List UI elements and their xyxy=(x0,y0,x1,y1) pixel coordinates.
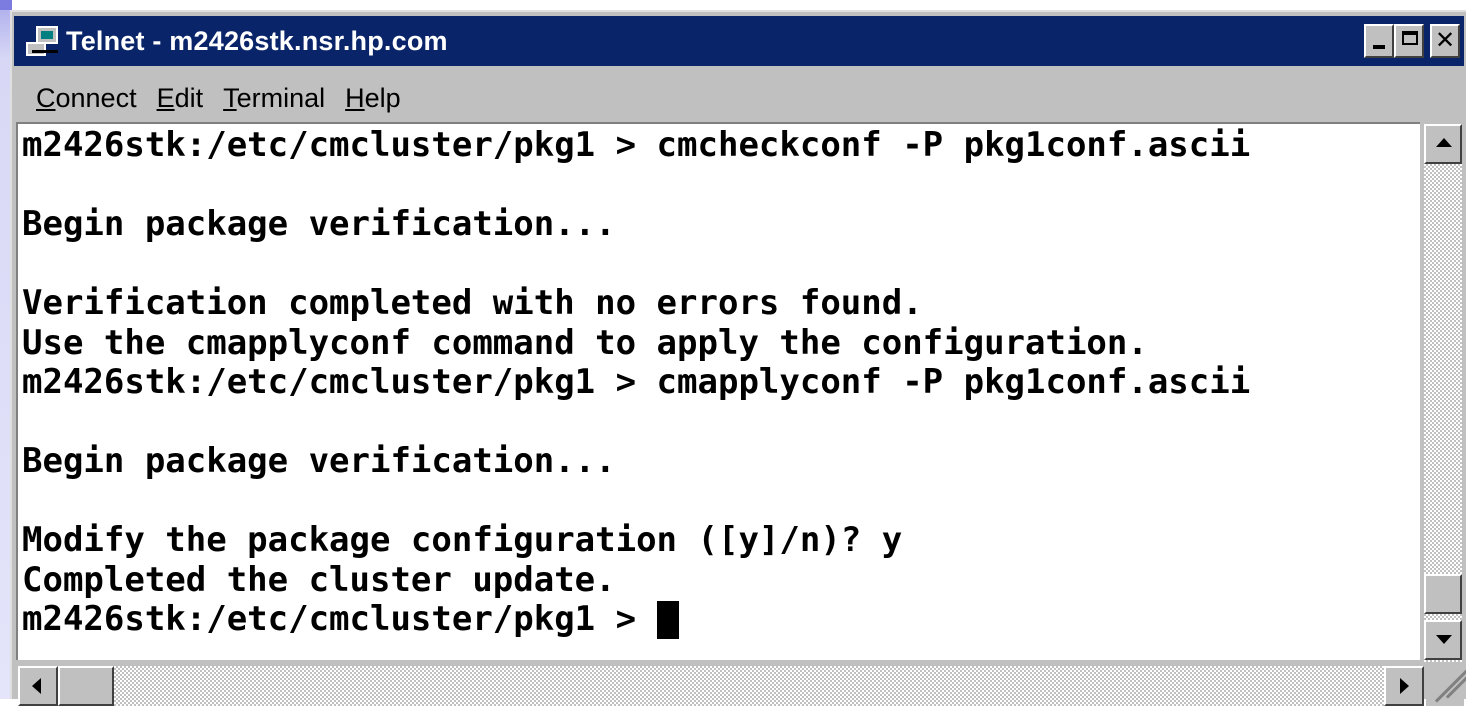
terminal-line: Begin package verification... xyxy=(22,441,616,481)
scroll-left-button[interactable] xyxy=(18,666,58,706)
menu-help[interactable]: Help xyxy=(345,83,401,114)
vertical-scrollbar[interactable] xyxy=(1424,124,1462,662)
terminal-line: m2426stk:/etc/cmcluster/pkg1 > cmcheckco… xyxy=(22,125,1251,165)
telnet-computer-icon[interactable] xyxy=(26,24,60,58)
horizontal-scrollbar[interactable] xyxy=(18,666,1424,706)
title-bar[interactable]: Telnet - m2426stk.nsr.hp.com ✕ xyxy=(14,16,1464,66)
telnet-window: Telnet - m2426stk.nsr.hp.com ✕ Connect E… xyxy=(10,10,1466,706)
arrow-down-icon xyxy=(1436,635,1452,644)
menu-connect[interactable]: Connect xyxy=(36,83,137,114)
maximize-button[interactable] xyxy=(1394,24,1424,58)
terminal-line: Verification completed with no errors fo… xyxy=(22,283,923,323)
menu-terminal[interactable]: Terminal xyxy=(223,83,325,114)
close-button[interactable]: ✕ xyxy=(1430,24,1460,58)
arrow-up-icon xyxy=(1436,138,1452,147)
close-icon: ✕ xyxy=(1434,26,1456,54)
scroll-up-button[interactable] xyxy=(1424,124,1462,164)
arrow-left-icon xyxy=(32,678,41,694)
terminal-line: Completed the cluster update. xyxy=(22,559,616,600)
text-cursor xyxy=(656,600,679,639)
resize-grip[interactable] xyxy=(1426,666,1466,706)
minimize-button[interactable] xyxy=(1364,24,1394,58)
menu-bar: Connect Edit Terminal Help xyxy=(14,74,1464,122)
menu-edit[interactable]: Edit xyxy=(157,83,204,114)
maximize-icon xyxy=(1402,31,1418,45)
scroll-down-button[interactable] xyxy=(1424,620,1462,660)
minimize-icon xyxy=(1373,45,1385,49)
shell-prompt: m2426stk:/etc/cmcluster/pkg1 > xyxy=(22,599,657,639)
terminal-screen[interactable]: m2426stk:/etc/cmcluster/pkg1 > cmcheckco… xyxy=(16,122,1420,660)
window-title: Telnet - m2426stk.nsr.hp.com xyxy=(66,25,448,56)
terminal-line: m2426stk:/etc/cmcluster/pkg1 > cmapplyco… xyxy=(22,362,1251,402)
horizontal-scroll-thumb[interactable] xyxy=(58,666,114,706)
terminal-line: Begin package verification... xyxy=(22,204,616,244)
vertical-scroll-thumb[interactable] xyxy=(1424,574,1462,614)
scroll-right-button[interactable] xyxy=(1384,666,1424,706)
terminal-prompt-line: m2426stk:/etc/cmcluster/pkg1 > xyxy=(22,599,1250,640)
terminal-line: Use the cmapplyconf command to apply the… xyxy=(22,322,1148,363)
terminal-line: Modify the package configuration ([y]/n)… xyxy=(22,520,903,560)
arrow-right-icon xyxy=(1400,678,1409,694)
